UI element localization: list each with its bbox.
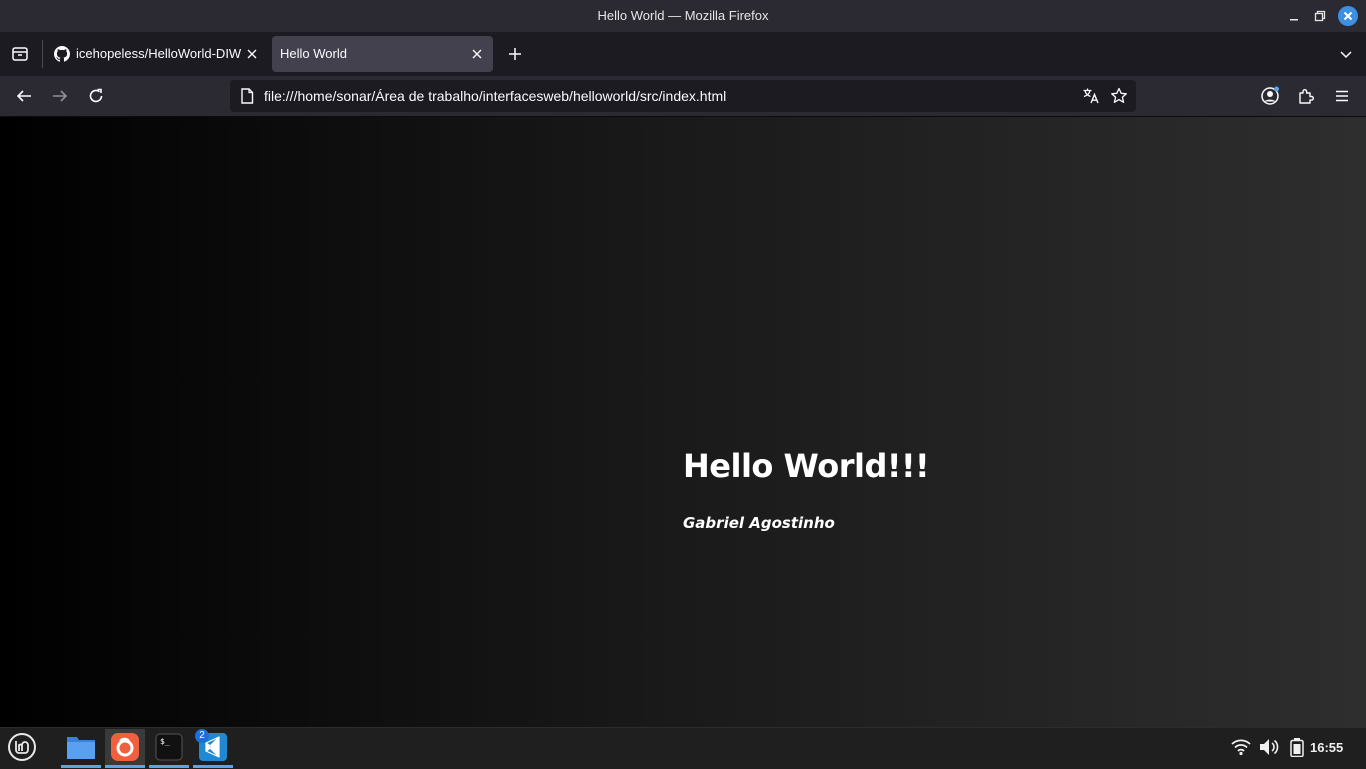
mint-menu-icon (8, 733, 36, 761)
maximize-button[interactable] (1310, 6, 1330, 26)
terminal-icon: $_ (155, 733, 183, 761)
firefox-view-button[interactable] (6, 40, 34, 68)
account-icon (1261, 86, 1279, 105)
restore-icon (1314, 10, 1326, 22)
plus-icon (509, 48, 521, 60)
translate-button[interactable] (1080, 86, 1102, 106)
github-icon (54, 46, 70, 62)
forward-button[interactable] (46, 82, 74, 110)
tab-divider (42, 40, 43, 68)
new-tab-button[interactable] (501, 40, 529, 68)
minimize-icon (1290, 19, 1298, 21)
reload-icon (89, 88, 103, 103)
clock[interactable]: 16:55 (1310, 727, 1343, 768)
close-icon (247, 49, 257, 59)
puzzle-icon (1299, 89, 1314, 104)
url-bar[interactable]: file:///home/sonar/Área de trabalho/inte… (230, 80, 1136, 112)
tab-github[interactable]: icehopeless/HelloWorld-DIW (46, 36, 268, 72)
wifi-icon[interactable] (1231, 738, 1251, 756)
tab-close-button[interactable] (244, 46, 260, 62)
menu-button[interactable] (1328, 82, 1356, 110)
reload-button[interactable] (82, 82, 110, 110)
arrow-left-icon (16, 90, 31, 102)
author-name: Gabriel Agostinho (683, 514, 835, 532)
chevron-down-icon (1340, 51, 1352, 59)
page-content: Hello World!!! Gabriel Agostinho (0, 117, 1366, 727)
files-icon (67, 737, 95, 759)
tab-close-button[interactable] (469, 46, 485, 62)
page-icon (240, 88, 254, 104)
close-window-button[interactable] (1338, 6, 1358, 26)
window-title: Hello World — Mozilla Firefox (597, 8, 769, 23)
tab-label: Hello World (280, 46, 347, 61)
url-text[interactable]: file:///home/sonar/Área de trabalho/inte… (264, 80, 726, 112)
account-button[interactable] (1256, 82, 1284, 110)
firefox-icon (111, 733, 139, 761)
volume-icon[interactable] (1259, 738, 1279, 756)
tab-label: icehopeless/HelloWorld-DIW (76, 46, 242, 61)
hamburger-icon (1336, 90, 1348, 102)
translate-icon (1083, 88, 1099, 104)
tab-hello-world[interactable]: Hello World (272, 36, 493, 72)
list-all-tabs-button[interactable] (1332, 40, 1360, 68)
star-icon (1111, 87, 1127, 103)
vscode-badge: 2 (195, 729, 209, 743)
firefox-view-icon (12, 47, 28, 61)
svg-text:$_: $_ (160, 737, 170, 746)
page-heading: Hello World!!! (683, 447, 930, 485)
back-button[interactable] (10, 82, 38, 110)
taskbar-terminal[interactable]: $_ (149, 729, 189, 768)
mint-menu-button[interactable] (2, 729, 42, 765)
minimize-button[interactable] (1284, 6, 1304, 26)
close-icon (472, 49, 482, 59)
extensions-button[interactable] (1292, 82, 1320, 110)
arrow-right-icon (53, 90, 68, 102)
taskbar-firefox[interactable] (105, 729, 145, 768)
taskbar-files[interactable] (61, 729, 101, 768)
bookmark-star-button[interactable] (1108, 86, 1130, 106)
battery-icon[interactable] (1290, 738, 1304, 757)
close-icon (1343, 11, 1353, 21)
